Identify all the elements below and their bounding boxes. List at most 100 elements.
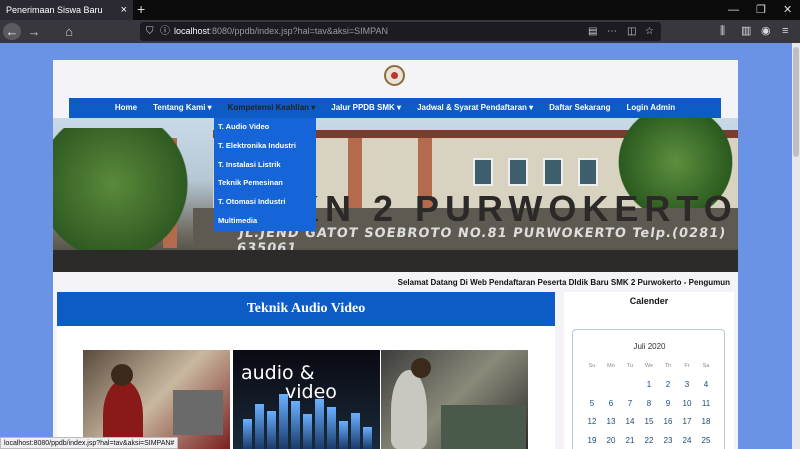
calendar-dow: Mo	[607, 363, 615, 369]
window	[578, 158, 598, 186]
hero-banner: KN 2 PURWOKERTO JL.JEND GATOT SOEBROTO N…	[53, 118, 738, 272]
photo-electronics-workshop	[381, 350, 528, 449]
new-tab-button[interactable]: +	[137, 0, 145, 19]
browser-tab[interactable]: Penerimaan Siswa Baru ×	[0, 0, 133, 20]
calendar-day[interactable]: 19	[583, 436, 601, 445]
main-menu: Home Tentang Kami ▾ Kompetensi Keahlian …	[69, 98, 721, 118]
calendar-dow: Sa	[702, 363, 710, 369]
calendar-day[interactable]: 15	[640, 417, 658, 426]
scrollbar-thumb[interactable]	[793, 47, 799, 157]
dropdown-item-audio-video[interactable]: T. Audio Video	[214, 118, 316, 137]
eq-bar	[255, 404, 264, 449]
reader-view-icon[interactable]: ▤	[588, 22, 597, 41]
calendar-day[interactable]: 8	[640, 399, 658, 408]
maximize-icon[interactable]: ❐	[756, 0, 766, 20]
calendar-dow: Tu	[626, 363, 634, 369]
eq-bar	[339, 421, 348, 449]
calendar-day[interactable]: 10	[678, 399, 696, 408]
window	[473, 158, 493, 186]
calendar-day[interactable]: 4	[697, 380, 715, 389]
calendar-dow: Su	[588, 363, 596, 369]
menu-tentang-kami[interactable]: Tentang Kami ▾	[145, 98, 220, 118]
shield-icon[interactable]: ⛉	[146, 22, 154, 41]
calendar-day[interactable]: 9	[659, 399, 677, 408]
audio-video-text: audio & video	[241, 364, 337, 402]
tree	[53, 128, 203, 268]
eq-bar	[315, 399, 324, 449]
forward-icon[interactable]: →	[25, 23, 43, 40]
library-icon[interactable]: ⫼	[720, 23, 725, 40]
eq-bar	[363, 427, 372, 449]
menu-kompetensi-keahlian[interactable]: Kompetensi Keahlian ▾	[220, 98, 324, 118]
menu-jalur-ppdb[interactable]: Jalur PPDB SMK ▾	[323, 98, 409, 118]
pocket-icon[interactable]: ◫	[627, 22, 636, 41]
calendar-day[interactable]: 22	[640, 436, 658, 445]
calendar-dow: Fr	[684, 363, 690, 369]
student-head	[411, 358, 431, 378]
menu-jadwal-syarat[interactable]: Jadwal & Syarat Pendaftaran ▾	[409, 98, 541, 118]
school-name-sign: KN 2 PURWOKERTO	[293, 188, 738, 229]
calendar-day[interactable]: 13	[602, 417, 620, 426]
url-bar[interactable]: ⛉ ⓘ localhost:8080/ppdb/index.jsp?hal=ta…	[140, 22, 661, 41]
calendar-title: Calender	[629, 296, 669, 306]
calendar-day[interactable]: 17	[678, 417, 696, 426]
calendar-day[interactable]: 23	[659, 436, 677, 445]
tab-close-icon[interactable]: ×	[121, 0, 127, 20]
sidebar: Calender Juli 2020 Su Mo Tu We Th Fr Sa 1 2 3 4 5 6 7…	[564, 292, 734, 449]
photo-audio-video: audio & video	[233, 350, 380, 449]
calendar-month: Juli 2020	[633, 342, 666, 351]
dropdown-item-elektronika[interactable]: T. Elektronika Industri	[214, 137, 316, 156]
menu-login-admin[interactable]: Login Admin	[619, 98, 684, 118]
minimize-icon[interactable]: —	[728, 0, 739, 20]
dropdown-item-multimedia[interactable]: Multimedia	[214, 212, 316, 231]
calendar-day[interactable]: 5	[583, 399, 601, 408]
info-icon[interactable]: ⓘ	[160, 22, 170, 41]
student-head	[111, 364, 133, 386]
calendar-day[interactable]: 7	[621, 399, 639, 408]
window	[543, 158, 563, 186]
school-logo	[384, 65, 405, 86]
menu-icon[interactable]: ≡	[782, 23, 788, 40]
window-close-icon[interactable]: ✕	[783, 0, 792, 20]
url-path: :8080/ppdb/index.jsp?hal=tav&aksi=SIMPAN	[209, 26, 388, 36]
calendar-day[interactable]: 12	[583, 417, 601, 426]
back-icon[interactable]: ←	[3, 23, 21, 40]
browser-tab-bar: Penerimaan Siswa Baru × + — ❐ ✕	[0, 0, 800, 20]
eq-bar	[291, 401, 300, 449]
calendar-day[interactable]: 16	[659, 417, 677, 426]
eq-bar	[243, 419, 252, 449]
calendar-day[interactable]: 18	[697, 417, 715, 426]
status-bar-url: localhost:8080/ppdb/index.jsp?hal=tav&ak…	[0, 437, 179, 449]
dropdown-item-pemesinan[interactable]: Teknik Pemesinan	[214, 174, 316, 193]
account-icon[interactable]: ◉	[761, 23, 771, 40]
page-scrollbar[interactable]	[792, 43, 800, 449]
menu-daftar-sekarang[interactable]: Daftar Sekarang	[541, 98, 618, 118]
student-figure	[391, 370, 427, 449]
bookmark-star-icon[interactable]: ☆	[645, 22, 654, 41]
eq-bar	[327, 407, 336, 449]
window	[508, 158, 528, 186]
more-icon[interactable]: ⋯	[607, 22, 617, 41]
dropdown-item-instalasi-listrik[interactable]: T. Instalasi Listrik	[214, 156, 316, 175]
calendar-day[interactable]: 1	[640, 380, 658, 389]
calendar-day[interactable]: 25	[697, 436, 715, 445]
calendar-day[interactable]: 11	[697, 399, 715, 408]
calendar-day[interactable]: 21	[621, 436, 639, 445]
dropdown-item-otomasi[interactable]: T. Otomasi Industri	[214, 193, 316, 212]
photo-student-lab	[83, 350, 230, 449]
calendar-day[interactable]: 6	[602, 399, 620, 408]
eq-bar	[267, 411, 276, 449]
calendar-day[interactable]: 14	[621, 417, 639, 426]
calendar-dow: We	[644, 363, 654, 369]
welcome-marquee: Selamat Datang Di Web Pendaftaran Pesert…	[397, 278, 730, 287]
tab-title: Penerimaan Siswa Baru	[6, 5, 103, 15]
calendar-day[interactable]: 2	[659, 380, 677, 389]
menu-home[interactable]: Home	[107, 98, 145, 118]
calendar-day[interactable]: 20	[602, 436, 620, 445]
calendar-day[interactable]: 3	[678, 380, 696, 389]
home-icon[interactable]: ⌂	[60, 23, 78, 40]
workbench	[441, 405, 526, 449]
url-host: localhost	[174, 26, 210, 36]
sidebar-icon[interactable]: ▥	[741, 23, 751, 40]
calendar-day[interactable]: 24	[678, 436, 696, 445]
